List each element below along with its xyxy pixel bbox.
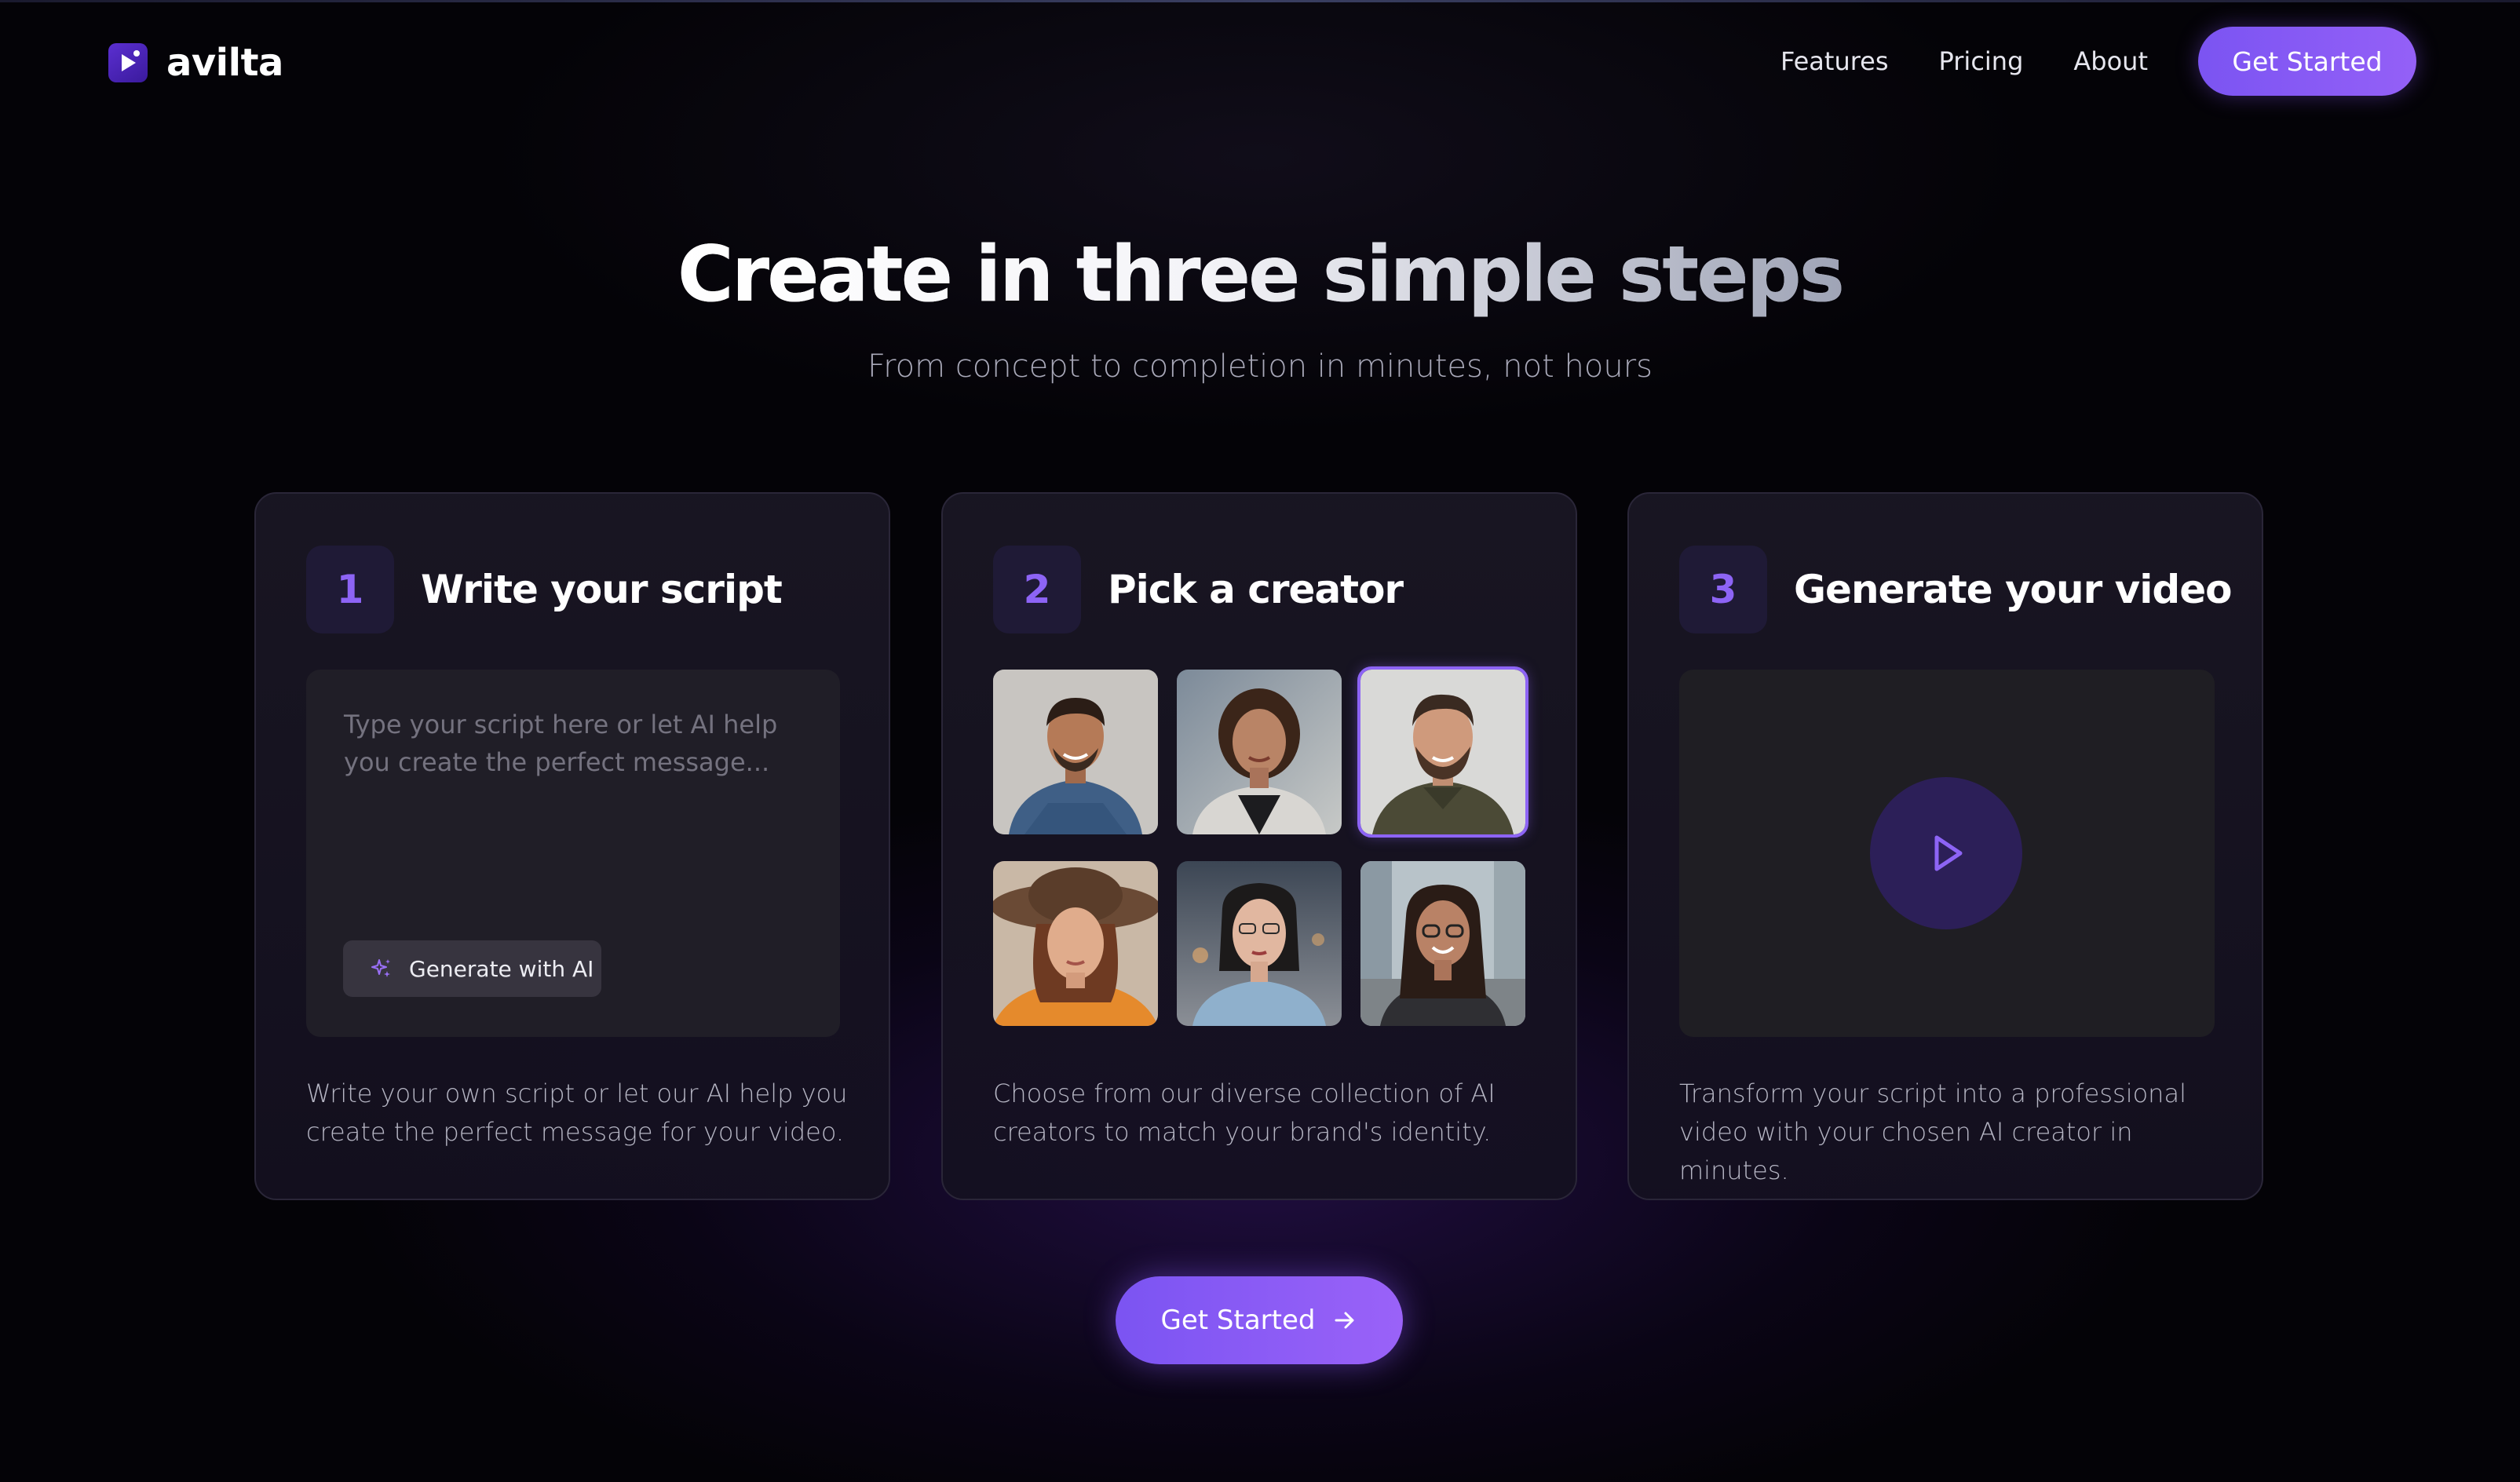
step-number-badge: 3 [1679,546,1767,633]
step-number-badge: 2 [993,546,1081,633]
nav-link-pricing[interactable]: Pricing [1939,46,2024,76]
step-header: 3 Generate your video [1679,546,2232,633]
nav-get-started-button[interactable]: Get Started [2198,27,2416,96]
step-title: Pick a creator [1108,567,1404,612]
creator-grid [993,666,1528,1026]
navbar: avilta Features Pricing About Get Starte… [0,0,2520,126]
step-card-write-script: 1 Write your script Type your script her… [254,492,890,1200]
step-header: 1 Write your script [306,546,783,633]
creator-avatar-selected[interactable] [1357,666,1528,838]
step-title: Write your script [421,567,783,612]
script-placeholder: Type your script here or let AI help you… [344,710,778,777]
step-description: Choose from our diverse collection of AI… [993,1079,1496,1147]
step-description: Write your own script or let our AI help… [306,1079,848,1147]
nav-link-about[interactable]: About [2073,46,2148,76]
step-card-pick-creator: 2 Pick a creator Choose from our diverse… [941,492,1577,1200]
step-header: 2 Pick a creator [993,546,1404,633]
play-icon [1934,835,1963,871]
nav-links: Features Pricing About Get Started [1780,27,2416,96]
sparkles-icon [371,959,390,977]
step-description: Transform your script into a professiona… [1679,1079,2186,1185]
play-logo-icon [108,43,148,82]
page-title-text: Create in three simple steps [677,228,1845,322]
play-button[interactable] [1870,777,2022,929]
logo[interactable]: avilta [108,41,283,85]
generate-with-ai-button[interactable]: Generate with AI [343,940,601,997]
creator-avatar[interactable] [1177,861,1342,1026]
generate-with-ai-label: Generate with AI [409,955,594,982]
get-started-button[interactable]: Get Started [1116,1276,1403,1364]
step-card-generate-video: 3 Generate your video Transform your scr… [1627,492,2263,1200]
get-started-label: Get Started [1160,1305,1316,1336]
creator-avatar[interactable] [1177,670,1342,834]
creator-avatar[interactable] [1360,861,1525,1026]
brand-name: avilta [166,41,283,85]
creator-avatar[interactable] [993,861,1158,1026]
arrow-right-icon [1335,1312,1354,1329]
page-subtitle: From concept to completion in minutes, n… [867,349,1653,385]
creator-avatar[interactable] [993,670,1158,834]
script-input[interactable]: Type your script here or let AI help you… [306,670,840,1037]
nav-link-features[interactable]: Features [1780,46,1889,76]
step-title: Generate your video [1794,567,2232,612]
step-number-badge: 1 [306,546,394,633]
page-title: Create in three simple steps [0,228,2520,322]
video-preview [1679,670,2215,1037]
